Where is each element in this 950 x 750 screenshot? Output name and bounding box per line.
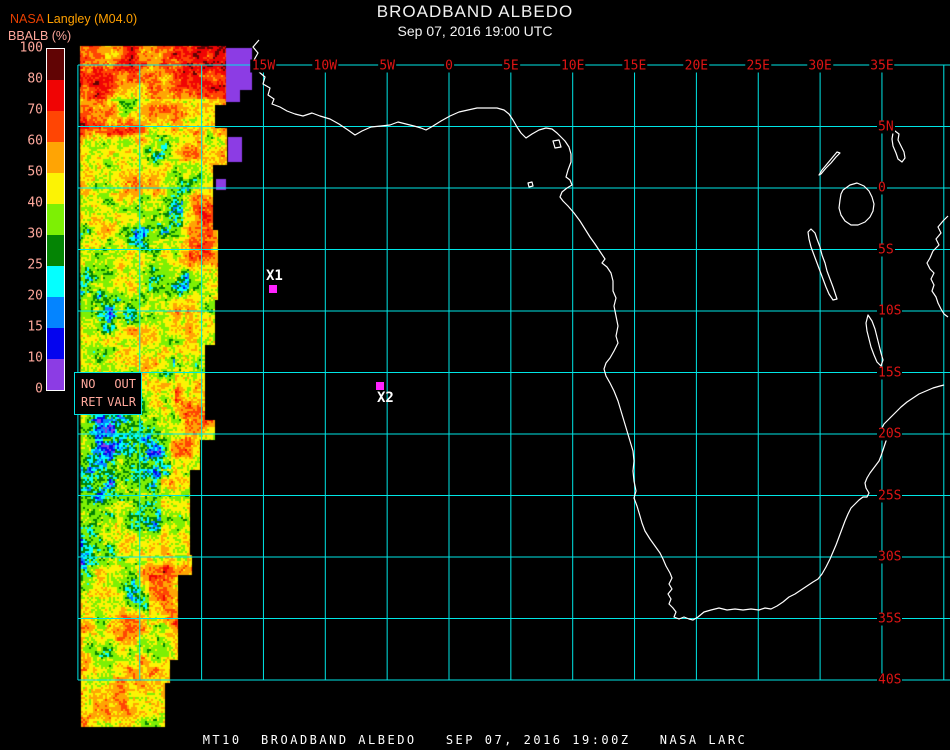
map-grid-and-coastline <box>77 39 950 681</box>
colorbar-tick-100: 100 <box>19 40 43 56</box>
lake-tanganyika <box>807 228 838 301</box>
colorbar-tick-40: 40 <box>27 195 43 211</box>
lon-label-15E: 15E <box>621 58 648 74</box>
marker-square-x2 <box>376 382 384 390</box>
marker-label-x1: X1 <box>266 268 283 284</box>
colorbar-tick-50: 50 <box>27 164 43 180</box>
lon-label-10W: 10W <box>312 58 339 74</box>
lat-label-15S: 15S <box>877 365 903 380</box>
lon-label-15W: 15W <box>250 58 277 74</box>
colorbar-tick-60: 60 <box>27 133 43 149</box>
legend-text-ret: RET <box>81 395 103 409</box>
page-title: BROADBAND ALBEDO <box>376 2 574 21</box>
colorbar-segment-0 <box>47 49 64 80</box>
legend-text-out: OUT <box>114 377 136 391</box>
lat-label-10S: 10S <box>877 303 903 319</box>
lat-label-40S: 40S <box>877 672 903 688</box>
lon-label-30E: 30E <box>807 58 833 74</box>
colorbar-tick-20: 20 <box>27 288 43 304</box>
colorbar-segment-4 <box>47 173 64 204</box>
colorbar-tick-10: 10 <box>27 350 43 366</box>
timestamp-subtitle: Sep 07, 2016 19:00 UTC <box>397 23 553 39</box>
colorbar-segment-2 <box>47 111 64 142</box>
sao-tome-island <box>527 181 534 188</box>
lon-label-35E: 35E <box>869 58 895 74</box>
colorbar-segment-8 <box>47 297 64 328</box>
lat-label-25S: 25S <box>877 488 903 503</box>
colorbar <box>46 48 65 391</box>
credit-agency: NASA <box>10 12 44 26</box>
albedo-map-viewer: BROADBAND ALBEDO Sep 07, 2016 19:00 UTC … <box>0 0 950 750</box>
no-retrieval-legend-box: NO OUT RET VALR <box>74 372 142 415</box>
lat-label-0: 0 <box>877 180 887 196</box>
credit-line: NASA Langley (M04.0) <box>10 12 137 26</box>
lon-label-5E: 5E <box>502 58 520 74</box>
lat-label-20S: 20S <box>877 426 903 442</box>
colorbar-tick-80: 80 <box>27 71 43 87</box>
lon-label-10E: 10E <box>559 58 586 74</box>
legend-text-valr: VALR <box>107 395 136 409</box>
marker-square-x1 <box>269 285 277 293</box>
colorbar-segment-1 <box>47 80 64 111</box>
lon-label-5W: 5W <box>378 58 396 74</box>
lon-label-0: 0 <box>444 58 454 74</box>
lat-label-5S: 5S <box>877 242 895 257</box>
lake-albert <box>818 151 841 176</box>
footer-caption: MT10 BROADBAND ALBEDO SEP 07, 2016 19:00… <box>202 733 748 747</box>
legend-text-no: NO <box>81 377 96 391</box>
colorbar-tick-30: 30 <box>27 226 43 242</box>
lat-label-5N: 5N <box>877 119 895 134</box>
lake-malawi <box>865 314 884 367</box>
credit-model-version: Langley (M04.0) <box>43 12 138 26</box>
title-block: BROADBAND ALBEDO Sep 07, 2016 19:00 UTC <box>0 2 950 39</box>
marker-label-x2: X2 <box>377 390 394 406</box>
colorbar-segment-9 <box>47 328 64 359</box>
colorbar-tick-70: 70 <box>27 102 43 118</box>
east-africa-coastline <box>926 215 949 318</box>
colorbar-segment-6 <box>47 235 64 266</box>
legend-row-0: NO OUT <box>81 376 136 393</box>
colorbar-tick-25: 25 <box>27 257 43 273</box>
lake-turkana <box>891 130 906 163</box>
colorbar-segment-3 <box>47 142 64 173</box>
bioko-island <box>552 139 562 149</box>
colorbar-tick-15: 15 <box>27 319 43 335</box>
lat-label-30S: 30S <box>877 549 903 565</box>
lat-label-35S: 35S <box>877 611 903 626</box>
lon-label-20E: 20E <box>683 58 710 74</box>
colorbar-segment-5 <box>47 204 64 235</box>
lake-victoria <box>838 182 875 226</box>
colorbar-segment-7 <box>47 266 64 297</box>
legend-row-1: RET VALR <box>81 394 136 411</box>
colorbar-segment-10 <box>47 359 64 390</box>
colorbar-tick-0: 0 <box>35 381 43 397</box>
lon-label-25E: 25E <box>745 58 771 74</box>
